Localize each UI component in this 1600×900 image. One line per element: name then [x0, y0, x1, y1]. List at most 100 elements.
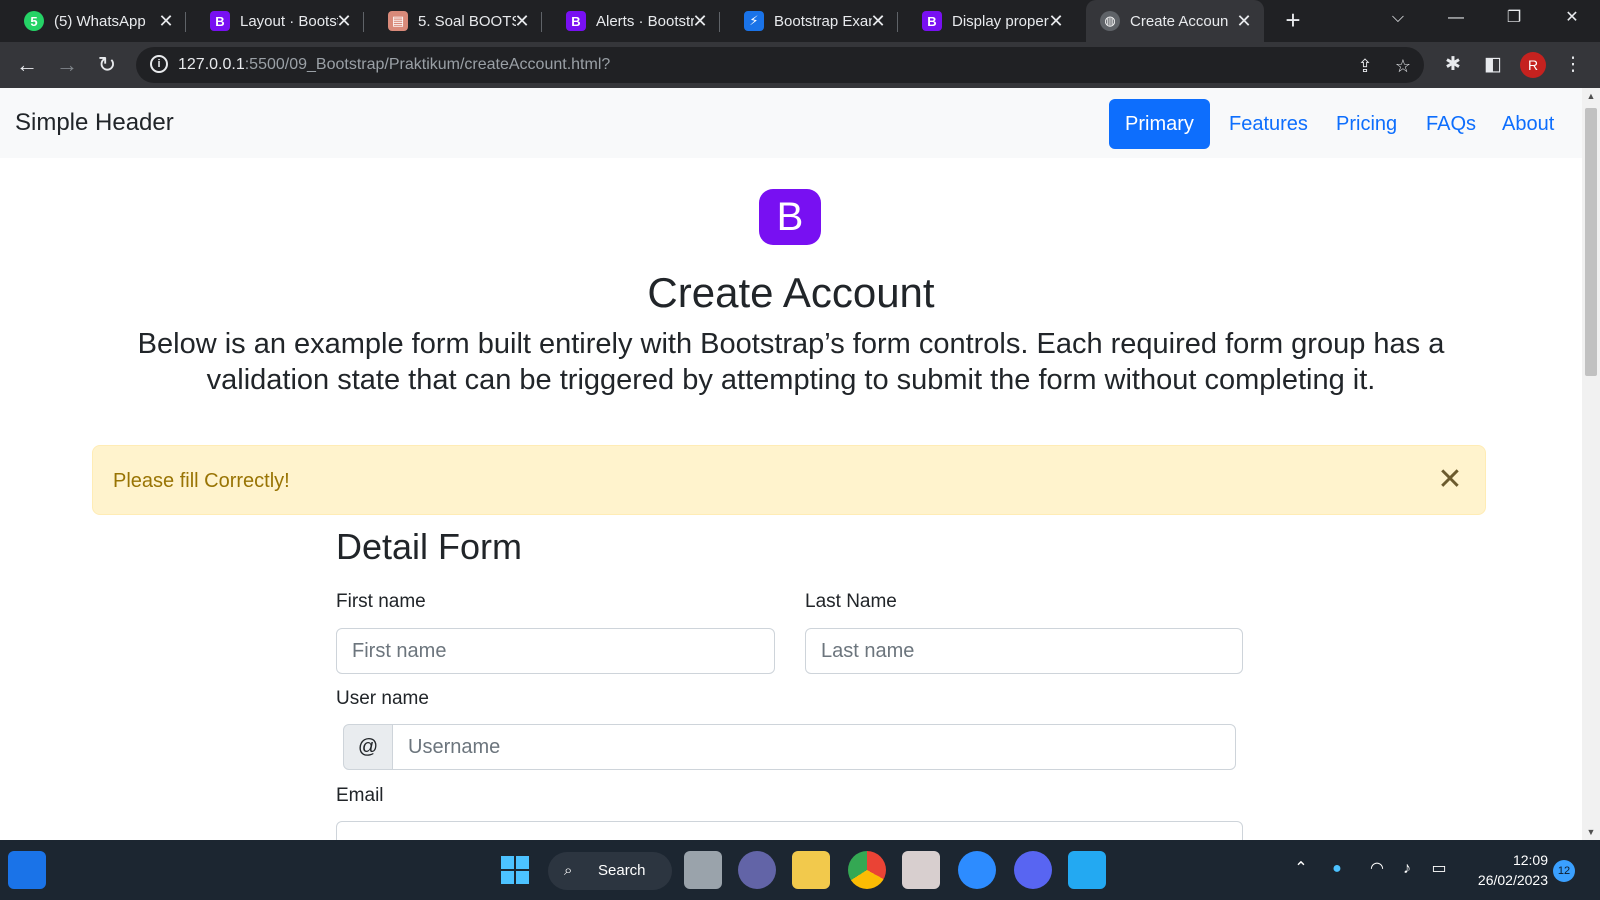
alert-text: Please fill Correctly! — [113, 470, 290, 492]
page-lead: Below is an example form built entirely … — [137, 328, 1445, 396]
discord-icon[interactable] — [1014, 851, 1052, 889]
first-name-input[interactable]: First name — [336, 628, 775, 674]
tab-title: 5. Soal BOOTST — [418, 12, 516, 30]
back-icon[interactable]: ← — [13, 51, 41, 79]
tab-soal-bootstrap[interactable]: ▤ 5. Soal BOOTST ✕ — [364, 0, 542, 42]
restore-button[interactable]: ❐ — [1490, 0, 1538, 36]
document-icon: ▤ — [388, 11, 408, 31]
last-name-label: Last Name — [805, 591, 897, 612]
tab-layout-bootstrap[interactable]: B Layout · Bootst ✕ — [186, 0, 364, 42]
first-name-label: First name — [336, 591, 426, 612]
tab-search-icon[interactable]: ⌵ — [1374, 0, 1422, 36]
tab-display-property[interactable]: B Display proper ✕ — [898, 0, 1076, 42]
widgets-icon[interactable] — [8, 851, 46, 889]
close-window-button[interactable]: ✕ — [1548, 0, 1596, 36]
zoom-icon[interactable] — [958, 851, 996, 889]
notification-badge[interactable]: 12 — [1553, 860, 1575, 882]
scrollbar-thumb[interactable] — [1585, 108, 1597, 376]
tab-whatsapp[interactable]: 5 (5) WhatsApp ✕ — [0, 0, 186, 42]
share-icon[interactable]: ⇪ — [1354, 55, 1376, 77]
teams-chat-icon[interactable] — [738, 851, 776, 889]
bootstrap-icon: B — [922, 11, 942, 31]
search-icon: ⌕ — [564, 862, 573, 879]
whatsapp-icon: 5 — [24, 11, 44, 31]
nav-primary[interactable]: Primary — [1109, 99, 1210, 149]
taskbar-clock[interactable]: 12:09 26/02/2023 — [1456, 850, 1548, 890]
tab-title: (5) WhatsApp — [54, 12, 146, 30]
url-path: :5500/09_Bootstrap/Praktikum/createAccou… — [244, 56, 611, 73]
email-label: Email — [336, 785, 384, 806]
scroll-up-icon[interactable]: ▲ — [1582, 88, 1600, 104]
nav-features[interactable]: Features — [1213, 99, 1324, 149]
task-view-icon[interactable] — [684, 851, 722, 889]
minimize-button[interactable]: — — [1432, 0, 1480, 36]
tab-create-account[interactable]: ◍ Create Accoun ✕ — [1086, 0, 1264, 42]
browser-toolbar: ← → ↻ i 127.0.0.1:5500/09_Bootstrap/Prak… — [0, 42, 1600, 88]
brand[interactable]: Simple Header — [15, 88, 174, 158]
bootstrap-icon: B — [566, 11, 586, 31]
bookmark-star-icon[interactable]: ☆ — [1392, 55, 1414, 77]
windows-taskbar: ⌕ Search ⌃ ● ◠ ♪ ▭ 12:09 26/02/2023 12 — [0, 840, 1600, 900]
browser-tab-strip: 5 (5) WhatsApp ✕ B Layout · Bootst ✕ ▤ 5… — [0, 0, 1600, 42]
at-sign-addon: @ — [343, 724, 393, 770]
close-icon[interactable]: ✕ — [868, 11, 888, 31]
close-icon[interactable]: ✕ — [156, 11, 176, 31]
tab-alerts-bootstrap[interactable]: B Alerts · Bootstr ✕ — [542, 0, 720, 42]
url-host: 127.0.0.1 — [178, 56, 245, 73]
profile-avatar[interactable]: R — [1520, 52, 1546, 78]
extensions-icon[interactable]: ✱ — [1440, 52, 1466, 78]
page-scrollbar[interactable]: ▲ ▼ — [1582, 88, 1600, 840]
username-input-group: @ Username — [343, 724, 1236, 770]
tray-overflow-icon[interactable]: ⌃ — [1290, 858, 1312, 880]
warning-alert: Please fill Correctly! ✕ — [92, 445, 1486, 515]
bootstrap-icon: B — [210, 11, 230, 31]
clock-date: 26/02/2023 — [1477, 872, 1548, 888]
side-panel-icon[interactable]: ◧ — [1480, 52, 1506, 78]
username-input[interactable]: Username — [392, 724, 1236, 770]
last-name-input[interactable]: Last name — [805, 628, 1243, 674]
clock-time: 12:09 — [1512, 852, 1548, 868]
nav-about[interactable]: About — [1486, 99, 1570, 149]
close-icon[interactable]: ✕ — [1046, 11, 1066, 31]
tab-title: Alerts · Bootstr — [596, 12, 694, 30]
close-icon[interactable]: ✕ — [690, 11, 710, 31]
site-info-icon[interactable]: i — [150, 55, 168, 73]
file-explorer-icon[interactable] — [792, 851, 830, 889]
vscode-icon[interactable] — [1068, 851, 1106, 889]
chrome-icon[interactable] — [848, 851, 886, 889]
page-viewport: Simple Header Primary Features Pricing F… — [0, 88, 1582, 840]
url-text[interactable]: 127.0.0.1:5500/09_Bootstrap/Praktikum/cr… — [178, 47, 610, 83]
volume-icon[interactable]: ♪ — [1396, 858, 1418, 880]
taskbar-search[interactable]: ⌕ Search — [548, 852, 672, 890]
lightning-icon: ⚡ — [744, 11, 764, 31]
reload-icon[interactable]: ↻ — [93, 51, 121, 79]
forward-icon[interactable]: → — [53, 51, 81, 79]
site-header: Simple Header Primary Features Pricing F… — [0, 88, 1582, 158]
menu-icon[interactable]: ⋮ — [1560, 52, 1586, 78]
microphone-icon[interactable]: ● — [1326, 858, 1348, 880]
globe-icon: ◍ — [1100, 11, 1120, 31]
wifi-icon[interactable]: ◠ — [1366, 858, 1388, 880]
scroll-down-icon[interactable]: ▼ — [1582, 824, 1600, 840]
address-bar[interactable]: i 127.0.0.1:5500/09_Bootstrap/Praktikum/… — [136, 47, 1424, 83]
close-icon[interactable]: ✕ — [1234, 11, 1254, 31]
close-icon[interactable]: ✕ — [512, 11, 532, 31]
tab-bootstrap-example[interactable]: ⚡ Bootstrap Exan ✕ — [720, 0, 898, 42]
nav-pricing[interactable]: Pricing — [1320, 99, 1413, 149]
app-thumbnail-icon[interactable] — [902, 851, 940, 889]
new-tab-button[interactable]: + — [1280, 7, 1306, 34]
close-icon[interactable]: ✕ — [334, 11, 354, 31]
username-label: User name — [336, 688, 429, 709]
form-title: Detail Form — [336, 526, 523, 567]
close-icon[interactable]: ✕ — [1435, 465, 1465, 495]
tab-title: Display proper — [952, 12, 1049, 30]
page-title: Create Account — [647, 269, 935, 316]
battery-icon[interactable]: ▭ — [1428, 858, 1450, 880]
start-icon[interactable] — [496, 851, 534, 889]
tab-title: Layout · Bootst — [240, 12, 338, 30]
bootstrap-logo-icon: B — [759, 189, 821, 245]
search-label: Search — [598, 862, 646, 879]
tab-title: Create Accoun — [1130, 12, 1229, 30]
nav-faqs[interactable]: FAQs — [1410, 99, 1492, 149]
email-input[interactable] — [336, 821, 1243, 840]
